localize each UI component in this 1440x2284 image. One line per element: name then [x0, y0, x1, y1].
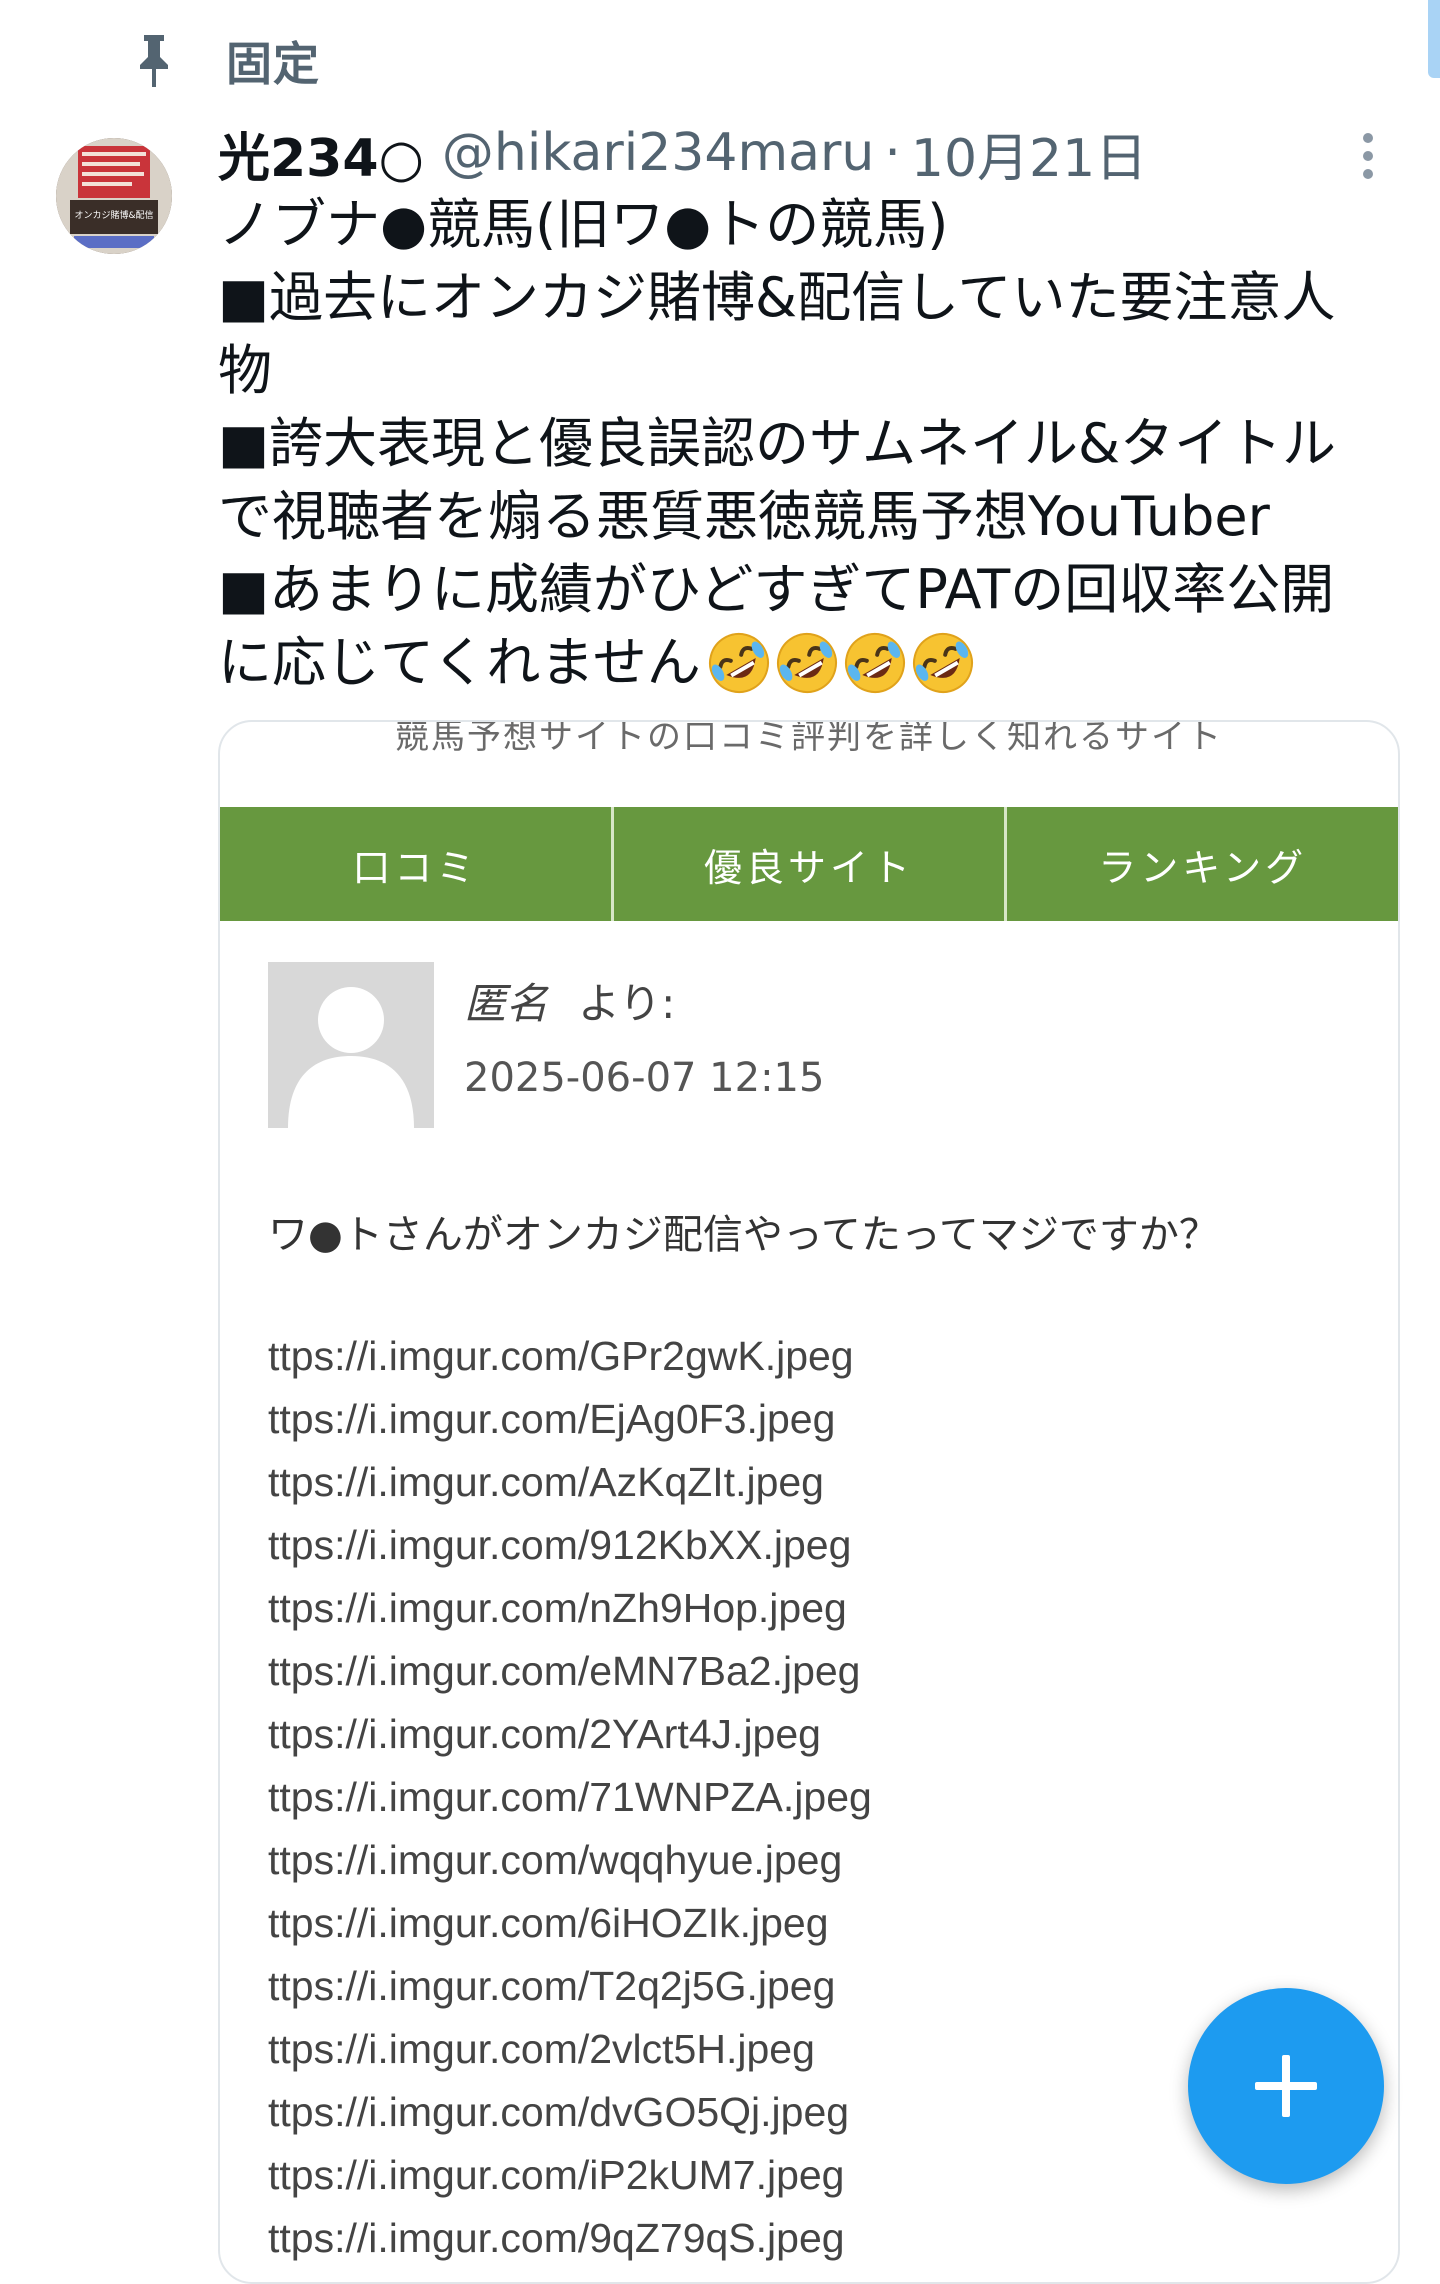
list-item: ttps://i.imgur.com/AzKqZIt.jpeg — [268, 1459, 824, 1505]
separator-dot: · — [884, 123, 901, 183]
compose-button[interactable] — [1188, 1988, 1384, 2184]
comment-text: ワ●トさんがオンカジ配信やってたってマジですか？ — [268, 1212, 1219, 1258]
nav-item-good-sites: 優良サイト — [614, 807, 1008, 921]
display-name[interactable]: 光234○ — [218, 116, 424, 191]
avatar-caption: オンカジ賭博&配信 — [74, 209, 153, 221]
tweet-line: 物 — [218, 339, 272, 402]
tweet-header: 光234○ @hikari234maru · 10月21日 — [218, 116, 1147, 191]
site-nav: 口コミ 優良サイト ランキング — [220, 807, 1398, 921]
list-item: ttps://i.imgur.com/9qZ79qS.jpeg — [268, 2215, 845, 2261]
list-item: ttps://i.imgur.com/eMN7Ba2.jpeg — [268, 1648, 861, 1694]
list-item: ttps://i.imgur.com/wqqhyue.jpeg — [268, 1837, 843, 1883]
emoji-group — [707, 631, 975, 695]
avatar[interactable]: オンカジ賭博&配信 — [56, 138, 172, 254]
rolling-on-floor-laughing-emoji — [776, 632, 837, 693]
tweet-date[interactable]: 10月21日 — [911, 116, 1147, 191]
list-item: ttps://i.imgur.com/6iHOZIk.jpeg — [268, 1900, 829, 1946]
scrollbar[interactable] — [1428, 0, 1440, 78]
tweet-line: ■誇大表現と優良誤認のサムネイル&タイトル — [218, 412, 1337, 475]
tweet-line: ■あまりに成績がひどすぎてPATの回収率公開 — [218, 558, 1335, 621]
list-item: ttps://i.imgur.com/912KbXX.jpeg — [268, 1522, 852, 1568]
tweet-text: ノブナ●競馬(旧ワ●トの競馬) ■過去にオンカジ賭博&配信していた要注意人 物 … — [218, 188, 1388, 699]
tweet-line: ■過去にオンカジ賭博&配信していた要注意人 — [218, 266, 1336, 329]
tweet-line: ノブナ●競馬(旧ワ●トの競馬) — [218, 193, 949, 256]
comment-author: 匿名 より: — [464, 970, 675, 1031]
list-item: ttps://i.imgur.com/T2q2j5G.jpeg — [268, 1963, 836, 2009]
pinned-label: 固定 — [226, 37, 320, 91]
list-item: ttps://i.imgur.com/2vlct5H.jpeg — [268, 2026, 815, 2072]
tweet-line-last: に応じてくれません — [218, 626, 1388, 699]
default-avatar-icon — [268, 962, 434, 1128]
tweet-line: で視聴者を煽る悪質悪徳競馬予想YouTuber — [218, 485, 1270, 548]
tweet-line-text: に応じてくれません — [218, 631, 701, 694]
site-header: 競馬予想サイトの口コミ評判を詳しく知れるサイト — [395, 722, 1223, 757]
more-options-button[interactable] — [1340, 128, 1396, 184]
more-vertical-icon — [1363, 133, 1373, 179]
rolling-on-floor-laughing-emoji — [844, 632, 905, 693]
pinned-indicator: 固定 — [130, 28, 320, 94]
list-item: ttps://i.imgur.com/EjAg0F3.jpeg — [268, 1396, 836, 1442]
list-item: ttps://i.imgur.com/2YArt4J.jpeg — [268, 1711, 821, 1757]
list-item: ttps://i.imgur.com/71WNPZA.jpeg — [268, 1774, 872, 1820]
author-name: 匿名 — [464, 979, 549, 1028]
link-list: ttps://i.imgur.com/GPr2gwK.jpeg ttps://i… — [268, 1325, 872, 2270]
nav-item-reviews: 口コミ — [220, 807, 614, 921]
comment-date: 2025-06-07 12:15 — [464, 1055, 825, 1101]
pin-icon — [140, 35, 168, 87]
list-item: ttps://i.imgur.com/dvGO5Qj.jpeg — [268, 2089, 850, 2135]
list-item: ttps://i.imgur.com/iP2kUM7.jpeg — [268, 2152, 845, 2198]
author-from: より: — [578, 979, 676, 1028]
user-handle[interactable]: @hikari234maru — [442, 123, 874, 183]
rolling-on-floor-laughing-emoji — [912, 632, 973, 693]
plus-icon — [1255, 2055, 1317, 2117]
nav-item-ranking: ランキング — [1098, 845, 1308, 890]
rolling-on-floor-laughing-emoji — [708, 632, 769, 693]
list-item: ttps://i.imgur.com/GPr2gwK.jpeg — [268, 1333, 854, 1379]
list-item: ttps://i.imgur.com/nZh9Hop.jpeg — [268, 1585, 847, 1631]
